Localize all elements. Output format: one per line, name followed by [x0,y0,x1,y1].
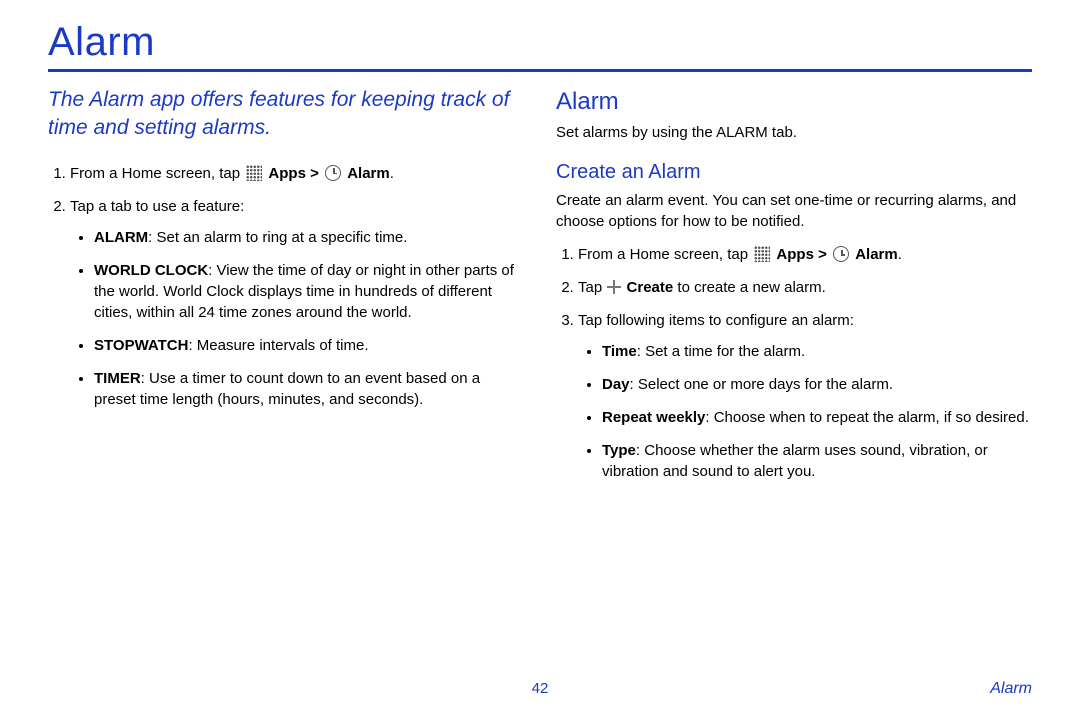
text: From a Home screen, tap [578,246,752,263]
bullet-alarm: ALARM: Set an alarm to ring at a specifi… [94,227,524,248]
right-step-2: Tap Create to create a new alarm. [578,277,1032,298]
title-rule [48,69,1032,72]
label: Time [602,343,637,360]
label: TIMER [94,370,141,387]
text: Tap a tab to use a feature: [70,198,244,215]
bullet-repeat: Repeat weekly: Choose when to repeat the… [602,407,1032,428]
label: Day [602,376,630,393]
section-intro: Set alarms by using the ALARM tab. [556,122,1032,143]
apps-icon [754,246,770,262]
page-number: 42 [532,680,549,697]
bullet-type: Type: Choose whether the alarm uses soun… [602,440,1032,482]
label: ALARM [94,229,148,246]
text: : Set a time for the alarm. [637,343,805,360]
text: . [898,246,902,263]
text: Tap following items to configure an alar… [578,312,854,329]
create-label: Create [627,279,674,296]
label: Repeat weekly [602,409,705,426]
apps-icon [246,165,262,181]
right-step-1: From a Home screen, tap Apps > Alarm. [578,244,1032,265]
label: Type [602,442,636,459]
subsection-heading-create: Create an Alarm [556,161,1032,184]
footer-section-label: Alarm [990,680,1032,698]
text: Tap [578,279,606,296]
left-step-2: Tap a tab to use a feature: ALARM: Set a… [70,196,524,410]
bullet-world-clock: WORLD CLOCK: View the time of day or nig… [94,260,524,323]
left-column: The Alarm app offers features for keepin… [48,86,524,494]
text: : Measure intervals of time. [188,337,368,354]
text: to create a new alarm. [673,279,826,296]
text: From a Home screen, tap [70,165,244,182]
text: : Set an alarm to ring at a specific tim… [148,229,407,246]
label: STOPWATCH [94,337,188,354]
section-heading-alarm: Alarm [556,88,1032,116]
alarm-label: Alarm [347,165,390,182]
right-step-3: Tap following items to configure an alar… [578,310,1032,482]
text: : Choose when to repeat the alarm, if so… [705,409,1029,426]
label: WORLD CLOCK [94,262,208,279]
bullet-stopwatch: STOPWATCH: Measure intervals of time. [94,335,524,356]
page-title: Alarm [48,20,1032,65]
bullet-time: Time: Set a time for the alarm. [602,341,1032,362]
bullet-day: Day: Select one or more days for the ala… [602,374,1032,395]
text: . [390,165,394,182]
text: : Select one or more days for the alarm. [630,376,893,393]
clock-icon [833,246,849,262]
bullet-timer: TIMER: Use a timer to count down to an e… [94,368,524,410]
create-intro: Create an alarm event. You can set one-t… [556,190,1032,232]
text: : Use a timer to count down to an event … [94,370,480,408]
left-step-1: From a Home screen, tap Apps > Alarm. [70,163,524,184]
right-column: Alarm Set alarms by using the ALARM tab.… [556,86,1032,494]
apps-label: Apps > [776,246,831,263]
page-footer: 42 Alarm [48,680,1032,698]
apps-label: Apps > [268,165,323,182]
plus-icon [607,280,621,294]
clock-icon [325,165,341,181]
intro-text: The Alarm app offers features for keepin… [48,86,524,143]
text: : Choose whether the alarm uses sound, v… [602,442,988,480]
alarm-label: Alarm [855,246,898,263]
